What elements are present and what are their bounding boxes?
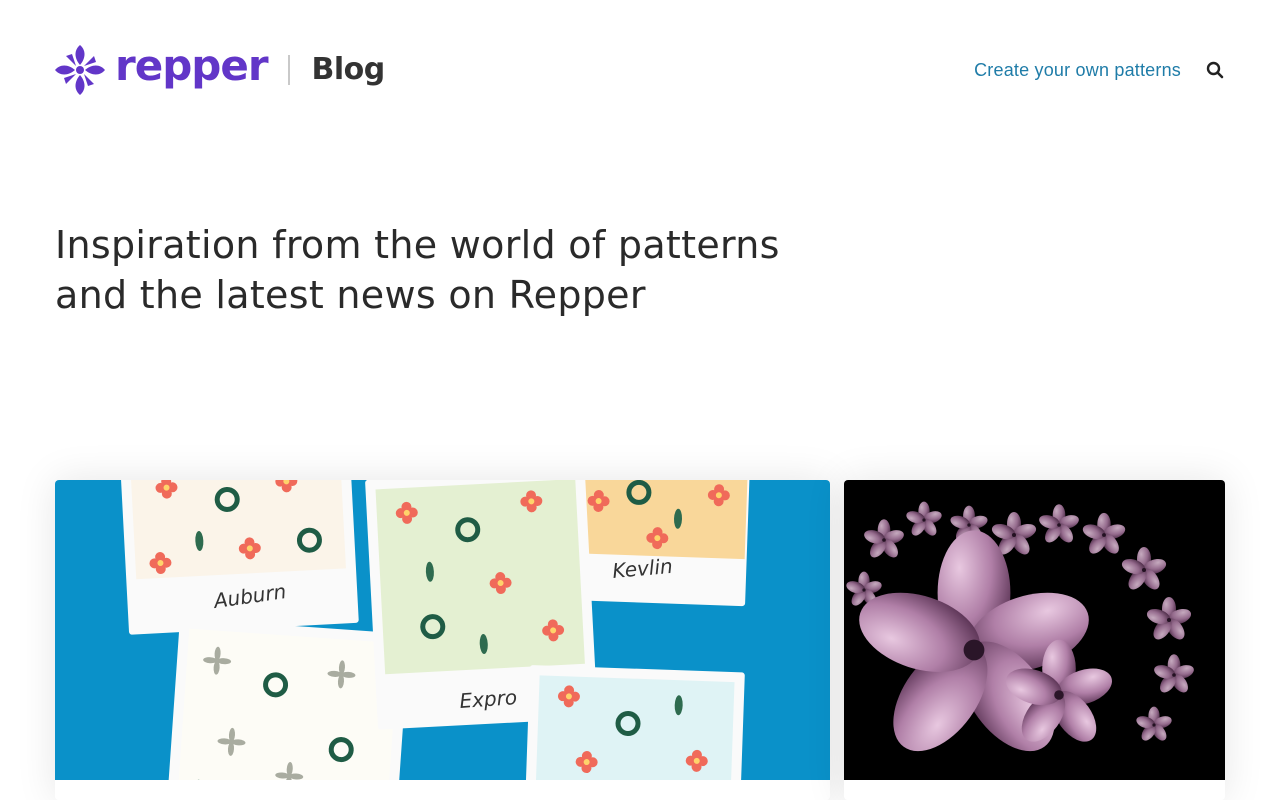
search-icon: [1206, 61, 1224, 79]
brand[interactable]: repper Blog: [55, 45, 385, 95]
swatch-lightblue: [525, 665, 745, 780]
page-title-line-1: Inspiration from the world of patterns: [55, 223, 780, 267]
page-title-line-2: and the latest news on Repper: [55, 273, 646, 317]
pattern-swatches-image: Auburn Kevlin Expro: [55, 480, 830, 780]
blog-section-label: Blog: [311, 52, 386, 87]
card-footer: [55, 780, 830, 800]
header-nav: Create your own patterns: [974, 60, 1225, 81]
blog-card-featured[interactable]: Auburn Kevlin Expro: [55, 480, 830, 800]
swatch-auburn: [120, 480, 359, 635]
page-title: Inspiration from the world of patterns a…: [55, 220, 815, 320]
blog-card-secondary[interactable]: [844, 480, 1225, 800]
swatch-kevlin: [565, 480, 750, 607]
swatch-label-expro: Expro: [459, 685, 518, 713]
create-patterns-link[interactable]: Create your own patterns: [974, 60, 1181, 81]
card-footer: [844, 780, 1225, 800]
floral-fractal-image: [844, 480, 1225, 780]
swatch-gray: [166, 618, 410, 780]
site-header: repper Blog Create your own patterns: [55, 44, 1225, 96]
brand-divider: [287, 55, 290, 85]
repper-logo-icon: [55, 45, 105, 95]
logo-wordmark: repper: [115, 41, 269, 90]
search-button[interactable]: [1205, 60, 1225, 80]
